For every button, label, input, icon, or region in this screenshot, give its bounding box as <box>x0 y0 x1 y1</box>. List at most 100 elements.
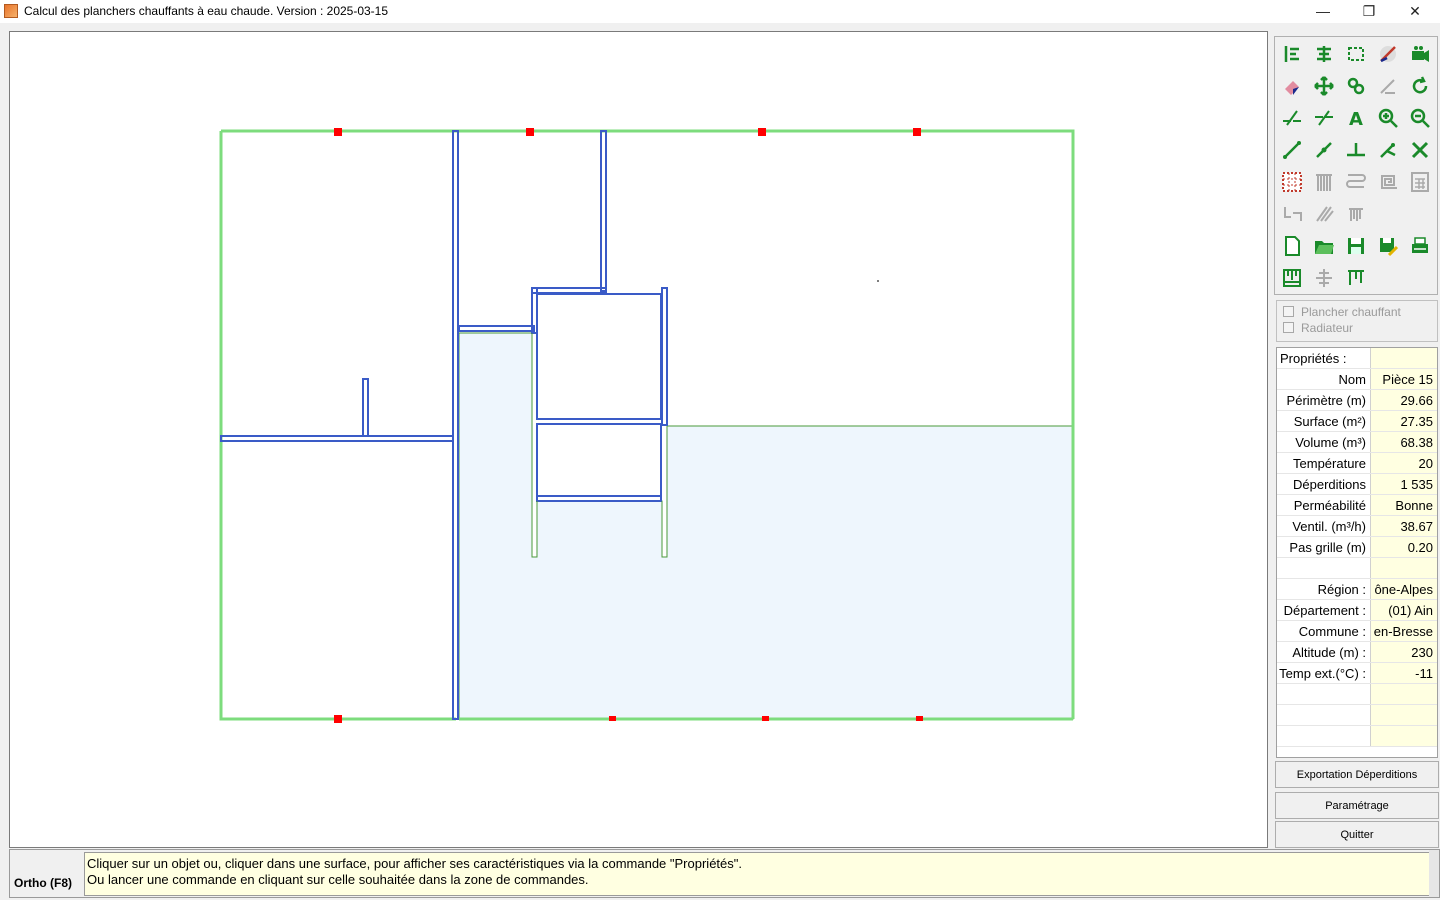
new-file-tool[interactable] <box>1278 232 1306 260</box>
property-value[interactable]: 29.66 <box>1370 390 1437 410</box>
command-toolbar: A <box>1274 36 1438 295</box>
property-row[interactable]: Périmètre (m) 29.66 <box>1277 390 1437 411</box>
minimize-button[interactable]: — <box>1300 0 1346 23</box>
property-label: Température <box>1277 453 1369 473</box>
property-label: Volume (m³) <box>1277 432 1369 452</box>
properties-header-row: Propriétés : <box>1277 348 1437 369</box>
radiateur-checkbox[interactable]: Radiateur <box>1283 321 1353 335</box>
wall-center-tool[interactable] <box>1310 40 1338 68</box>
save-icon <box>1348 238 1364 254</box>
dimension-tool[interactable] <box>1310 264 1338 292</box>
eraser-tool[interactable] <box>1278 72 1306 100</box>
message-box: Cliquer sur un objet ou, cliquer dans un… <box>84 852 1430 896</box>
property-value[interactable]: -11 <box>1370 663 1437 683</box>
drawing-canvas[interactable] <box>9 31 1268 848</box>
message-line-1: Cliquer sur un objet ou, cliquer dans un… <box>87 856 742 871</box>
calculator-icon <box>1411 172 1429 192</box>
property-value[interactable]: Pièce 15 <box>1370 369 1437 389</box>
split-line-tool[interactable] <box>1278 104 1306 132</box>
property-row[interactable]: Nom Pièce 15 <box>1277 369 1437 390</box>
floor-plan[interactable] <box>10 32 1267 847</box>
properties-grid: Propriétés : Nom Pièce 15 Périmètre (m) 29.… <box>1276 347 1438 758</box>
distribution-tool[interactable] <box>1342 264 1370 292</box>
property-value[interactable]: 38.67 <box>1370 516 1437 536</box>
move-icon <box>1314 76 1334 96</box>
message-line-2: Ou lancer une commande en cliquant sur c… <box>87 872 589 887</box>
calculator-tool[interactable] <box>1406 168 1434 196</box>
text-tool[interactable]: A <box>1342 104 1370 132</box>
property-row[interactable]: Pas grille (m) 0.20 <box>1277 537 1437 558</box>
settings-button[interactable]: Paramétrage <box>1275 792 1439 819</box>
property-row[interactable]: Température 20 <box>1277 453 1437 474</box>
snap-tool[interactable] <box>1374 136 1402 164</box>
property-row[interactable]: Commune : en-Bresse <box>1277 621 1437 642</box>
property-value[interactable]: 68.38 <box>1370 432 1437 452</box>
property-row[interactable]: Ventil. (m³/h) 38.67 <box>1277 516 1437 537</box>
rotate-link-tool[interactable] <box>1342 72 1370 100</box>
line-node-tool[interactable] <box>1310 136 1338 164</box>
close-button[interactable]: ✕ <box>1392 0 1438 23</box>
spiral-tool[interactable] <box>1374 168 1402 196</box>
serpentine-tool[interactable] <box>1342 168 1370 196</box>
heated-zone[interactable] <box>458 332 1074 720</box>
open-folder-tool[interactable] <box>1310 232 1338 260</box>
pen-disabled-tool[interactable] <box>1374 72 1402 100</box>
collector-icon <box>1284 207 1302 221</box>
save-as-tool[interactable] <box>1374 232 1402 260</box>
zoom-in-tool[interactable] <box>1374 104 1402 132</box>
property-label: Ventil. (m³/h) <box>1277 516 1369 536</box>
save-tool[interactable] <box>1342 232 1370 260</box>
radiator-tool[interactable] <box>1310 168 1338 196</box>
property-value[interactable]: ône-Alpes <box>1370 579 1437 599</box>
line-tool[interactable] <box>1278 136 1306 164</box>
property-value[interactable] <box>1370 558 1437 578</box>
wall-left-tool[interactable] <box>1278 40 1306 68</box>
property-row[interactable]: Département : (01) Ain <box>1277 600 1437 621</box>
property-row[interactable] <box>1277 558 1437 579</box>
pipe-tool[interactable] <box>1310 200 1338 228</box>
property-value[interactable]: 27.35 <box>1370 411 1437 431</box>
property-value[interactable]: Bonne <box>1370 495 1437 515</box>
property-row[interactable]: Perméabilité Bonne <box>1277 495 1437 516</box>
property-row[interactable]: Région : ône-Alpes <box>1277 579 1437 600</box>
property-label: Perméabilité <box>1277 495 1369 515</box>
property-value[interactable]: 230 <box>1370 642 1437 662</box>
eraser-icon <box>1285 81 1299 95</box>
move-tool[interactable] <box>1310 72 1338 100</box>
manifold-tool[interactable] <box>1342 200 1370 228</box>
radiator-icon <box>1316 174 1332 191</box>
property-row[interactable]: Altitude (m) :230 <box>1277 642 1437 663</box>
quit-button[interactable]: Quitter <box>1275 821 1439 848</box>
plancher-checkbox[interactable]: Plancher chauffant <box>1283 305 1401 319</box>
camera-tool[interactable] <box>1406 40 1434 68</box>
ortho-toggle[interactable]: Ortho (F8) <box>14 876 72 890</box>
export-losses-button[interactable]: Exportation Déperditions <box>1275 761 1439 788</box>
property-row[interactable]: Temp ext.(°C) : -11 <box>1277 663 1437 684</box>
rotate-tool[interactable] <box>1406 72 1434 100</box>
status-bar: Ortho (F8) Cliquer sur un objet ou, cliq… <box>9 849 1440 898</box>
print-tool[interactable] <box>1406 232 1434 260</box>
property-label: Département : <box>1277 600 1369 620</box>
split-line-alt-icon <box>1315 110 1333 126</box>
property-row[interactable]: Volume (m³) 68.38 <box>1277 432 1437 453</box>
property-value[interactable]: en-Bresse <box>1370 621 1437 641</box>
property-value[interactable]: (01) Ain <box>1370 600 1437 620</box>
property-value[interactable]: 1 535 <box>1370 474 1437 494</box>
property-label <box>1277 558 1369 578</box>
collector-tool[interactable] <box>1278 200 1306 228</box>
maximize-button[interactable]: ❐ <box>1346 0 1392 23</box>
export-plan-tool[interactable] <box>1278 264 1306 292</box>
message-scrollbar[interactable] <box>1429 850 1439 897</box>
compass-tool[interactable] <box>1374 40 1402 68</box>
split-line-alt-tool[interactable] <box>1310 104 1338 132</box>
property-row[interactable]: Déperditions 1 535 <box>1277 474 1437 495</box>
property-row[interactable]: Surface (m²) 27.35 <box>1277 411 1437 432</box>
cross-tool[interactable] <box>1406 136 1434 164</box>
tee-tool[interactable] <box>1342 136 1370 164</box>
property-value[interactable]: 20 <box>1370 453 1437 473</box>
wall-rect-tool[interactable] <box>1342 40 1370 68</box>
spiral-icon <box>1381 175 1397 189</box>
property-value[interactable]: 0.20 <box>1370 537 1437 557</box>
zoom-out-tool[interactable] <box>1406 104 1434 132</box>
grid-tool[interactable] <box>1278 168 1306 196</box>
